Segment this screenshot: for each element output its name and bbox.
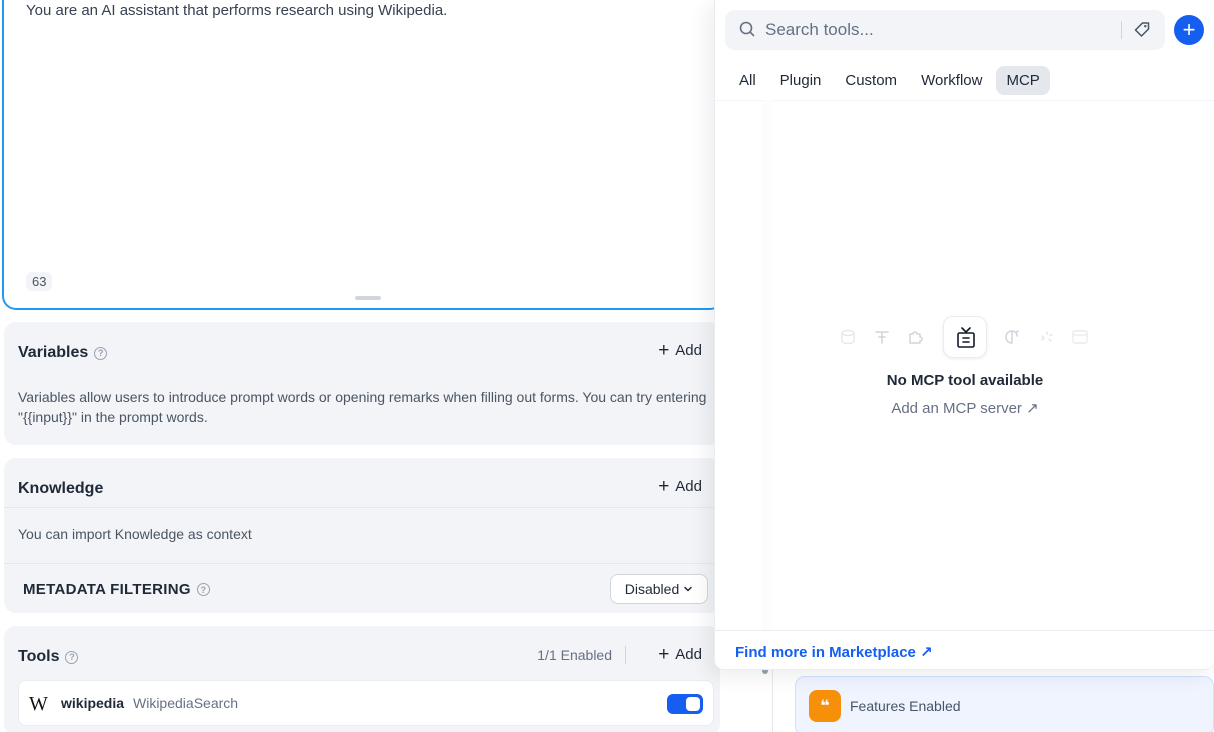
tools-title-text: Tools	[18, 648, 60, 665]
variables-panel: Variables ? + Add Variables allow users …	[4, 322, 720, 445]
plus-icon: +	[658, 644, 670, 665]
quote-icon: ❝	[809, 690, 841, 722]
variables-title-text: Variables	[18, 344, 89, 361]
tag-icon[interactable]	[1133, 21, 1151, 39]
tab-workflow[interactable]: Workflow	[911, 66, 992, 95]
marketplace-footer: Find more in Marketplace ↗	[715, 630, 1214, 669]
divider	[1121, 21, 1122, 39]
plus-icon: +	[658, 340, 670, 361]
help-icon[interactable]: ?	[196, 583, 210, 596]
tab-custom[interactable]: Custom	[835, 66, 907, 95]
tool-name: wikipedia	[61, 695, 125, 711]
divider	[625, 646, 626, 664]
prompt-editor[interactable]: You are an AI assistant that performs re…	[2, 0, 724, 310]
divider	[715, 100, 1214, 101]
window-icon	[1072, 330, 1088, 344]
add-variable-button[interactable]: + Add	[658, 341, 702, 360]
database-icon	[841, 329, 855, 345]
app-root: You are an AI assistant that performs re…	[0, 0, 1214, 732]
list-shadow	[763, 100, 773, 630]
mcp-icon	[957, 327, 975, 348]
variables-title: Variables ?	[18, 344, 108, 362]
plus-icon: +	[658, 476, 670, 497]
metadata-filtering-title: METADATA FILTERING ?	[23, 581, 210, 598]
search-input[interactable]	[765, 10, 1105, 50]
empty-state-title: No MCP tool available	[886, 372, 1044, 389]
text-icon	[875, 331, 889, 344]
chevron-down-icon	[684, 586, 692, 592]
toggle-knob	[686, 697, 700, 711]
tools-panel: Tools ? 1/1 Enabled + Add W wikipedia Wi…	[4, 626, 720, 732]
timeline-line	[772, 660, 773, 732]
marketplace-link[interactable]: Find more in Marketplace ↗	[735, 643, 933, 661]
empty-state-icons	[839, 316, 1099, 358]
resize-handle[interactable]	[355, 296, 381, 300]
sparkle-icon	[1041, 331, 1053, 342]
tab-mcp[interactable]: MCP	[996, 66, 1050, 95]
tools-title: Tools ?	[18, 648, 79, 666]
tool-picker-popup: + All Plugin Custom Workflow MCP No MCP …	[714, 0, 1214, 670]
help-icon[interactable]: ?	[65, 650, 79, 664]
tools-enabled-count: 1/1 Enabled	[537, 647, 612, 663]
metadata-filtering-select[interactable]: Disabled	[610, 574, 708, 604]
add-knowledge-button[interactable]: + Add	[658, 477, 702, 496]
tool-row-wikipedia[interactable]: W wikipedia WikipediaSearch	[18, 680, 714, 726]
mcp-icon-box	[943, 316, 987, 358]
add-tool-label: Add	[675, 646, 702, 663]
metadata-filtering-label: METADATA FILTERING	[23, 581, 191, 598]
divider	[4, 563, 720, 564]
add-variable-label: Add	[675, 342, 702, 359]
knowledge-panel: Knowledge + Add You can import Knowledge…	[4, 458, 720, 613]
puzzle-icon	[909, 331, 923, 344]
tab-plugin[interactable]: Plugin	[770, 66, 832, 95]
tab-all[interactable]: All	[729, 66, 766, 95]
features-enabled-bar[interactable]: ❝ Features Enabled	[795, 676, 1214, 732]
knowledge-description: You can import Knowledge as context	[18, 526, 252, 542]
tool-enable-toggle[interactable]	[667, 694, 703, 714]
tool-tabs: All Plugin Custom Workflow MCP	[729, 66, 1050, 95]
search-box	[725, 10, 1165, 50]
knowledge-title: Knowledge	[18, 480, 104, 497]
search-icon	[739, 21, 755, 37]
brain-icon	[1005, 330, 1019, 344]
divider	[4, 507, 720, 508]
add-mcp-server-link[interactable]: Add an MCP server ↗	[715, 399, 1214, 417]
help-icon[interactable]: ?	[94, 346, 108, 360]
prompt-text[interactable]: You are an AI assistant that performs re…	[26, 2, 447, 19]
add-knowledge-label: Add	[675, 478, 702, 495]
char-count-badge: 63	[26, 272, 53, 291]
tool-subtitle: WikipediaSearch	[133, 695, 239, 711]
metadata-filtering-value: Disabled	[624, 581, 680, 597]
add-tool-plus-button[interactable]: +	[1174, 15, 1204, 45]
variables-description: Variables allow users to introduce promp…	[18, 389, 707, 425]
add-tool-button[interactable]: + Add	[658, 645, 702, 664]
features-label: Features Enabled	[850, 698, 961, 714]
wikipedia-icon: W	[29, 693, 48, 715]
